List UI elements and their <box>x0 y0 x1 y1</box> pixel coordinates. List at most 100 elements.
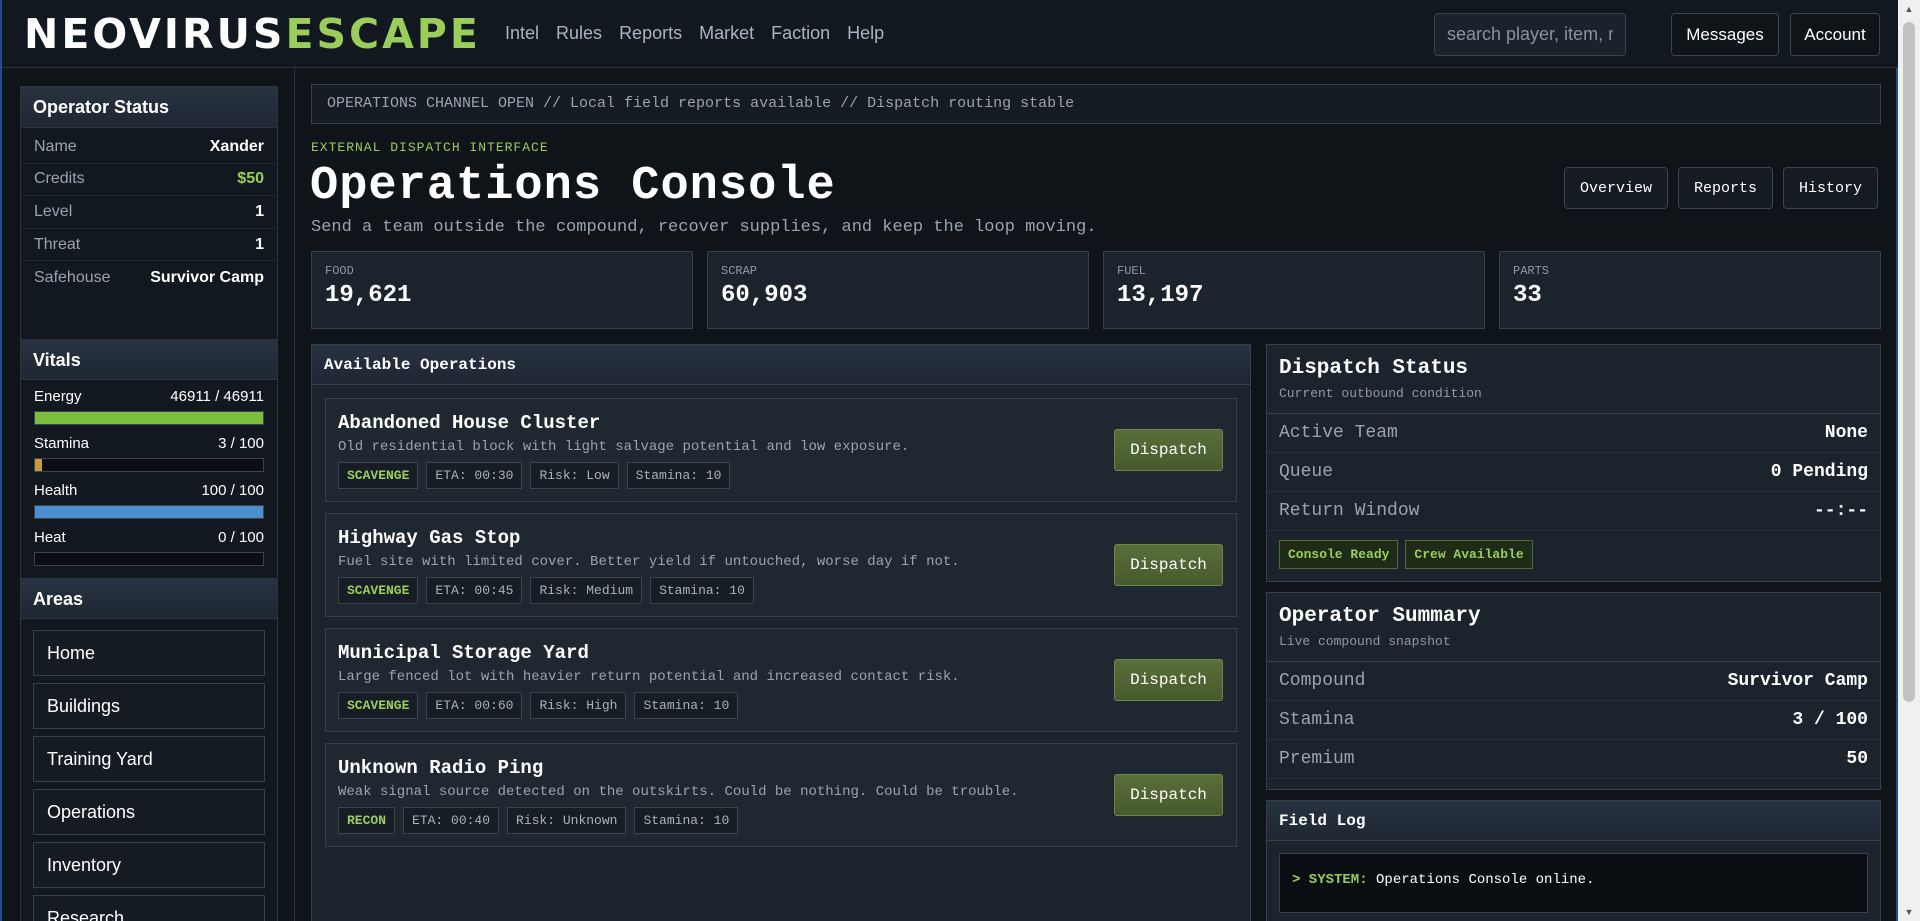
operation-eta-tag: ETA: 00:40 <box>403 807 500 834</box>
operation-name: Abandoned House Cluster <box>338 412 601 434</box>
summary-row-stamina: Stamina 3 / 100 <box>1267 701 1880 740</box>
status-value: $50 <box>237 170 264 188</box>
resource-value: 19,621 <box>325 282 412 309</box>
summary-value: 3 / 100 <box>1792 710 1868 730</box>
operation-tags: SCAVENGE ETA: 00:45 Risk: Medium Stamina… <box>338 577 754 604</box>
nav-reports[interactable]: Reports <box>619 23 682 44</box>
operation-risk-tag: Risk: Low <box>530 462 619 489</box>
status-row-name: Name Xander <box>21 131 277 164</box>
field-log-card: Field Log > SYSTEM: Operations Console o… <box>1266 800 1881 921</box>
operation-risk-tag: Risk: Unknown <box>507 807 627 834</box>
dispatch-button[interactable]: Dispatch <box>1114 429 1223 471</box>
nav-rules[interactable]: Rules <box>556 23 602 44</box>
summary-value: 50 <box>1846 749 1868 769</box>
status-ticker: OPERATIONS CHANNEL OPEN // Local field r… <box>311 84 1881 124</box>
operator-status-panel: Name Xander Credits $50 Level 1 Threat 1 Saf… <box>21 128 277 339</box>
resource-row: FOOD 19,621 SCRAP 60,903 FUEL 13,197 PARTS 3… <box>311 251 1881 329</box>
resource-label: PARTS <box>1513 264 1550 278</box>
area-home-button[interactable]: Home <box>33 630 265 676</box>
status-key: Threat <box>34 235 81 253</box>
operations-title: Available Operations <box>312 345 1250 385</box>
resource-food: FOOD 19,621 <box>311 251 693 329</box>
dispatch-key: Queue <box>1279 462 1334 482</box>
health-bar <box>34 505 264 519</box>
operation-tags: SCAVENGE ETA: 00:60 Risk: High Stamina: … <box>338 692 739 719</box>
vitals-panel: Energy 46911 / 46911 Stamina 3 / 100 Healt… <box>21 380 277 578</box>
status-row-credits: Credits $50 <box>21 164 277 197</box>
scroll-up-arrow-icon[interactable]: ▲ <box>1898 0 1920 18</box>
operation-card: Highway Gas Stop Fuel site with limited … <box>325 513 1237 617</box>
area-inventory-button[interactable]: Inventory <box>33 842 265 888</box>
operation-type-tag: SCAVENGE <box>338 692 419 719</box>
log-entry-prefix: > SYSTEM: <box>1292 872 1368 888</box>
operation-eta-tag: ETA: 00:45 <box>426 577 523 604</box>
page-scrollbar[interactable]: ▲ ▼ <box>1898 0 1920 921</box>
stamina-bar-fill <box>35 459 42 471</box>
field-log-title: Field Log <box>1267 801 1880 841</box>
resource-label: FOOD <box>325 264 354 278</box>
resource-value: 13,197 <box>1117 282 1204 309</box>
reports-button[interactable]: Reports <box>1677 167 1773 209</box>
vital-health: Health 100 / 100 <box>34 482 264 519</box>
status-value: Survivor Camp <box>150 268 264 286</box>
status-key: Level <box>34 202 73 220</box>
scrollbar-thumb[interactable] <box>1903 22 1915 702</box>
stamina-bar <box>34 458 264 472</box>
area-training-yard-button[interactable]: Training Yard <box>33 736 265 782</box>
history-button[interactable]: History <box>1782 167 1878 209</box>
operation-eta-tag: ETA: 00:30 <box>426 462 523 489</box>
nav-help[interactable]: Help <box>847 23 884 44</box>
operation-risk-tag: Risk: High <box>530 692 627 719</box>
summary-key: Stamina <box>1279 710 1355 730</box>
dispatch-status-title: Dispatch Status <box>1279 357 1469 380</box>
status-key: Credits <box>34 170 85 188</box>
resource-label: FUEL <box>1117 264 1146 278</box>
operation-stamina-tag: Stamina: 10 <box>650 577 754 604</box>
field-log-box: > SYSTEM: Operations Console online. <box>1279 853 1868 913</box>
nav-faction[interactable]: Faction <box>771 23 830 44</box>
summary-key: Compound <box>1279 671 1366 691</box>
dispatch-status-header: Dispatch Status Current outbound conditi… <box>1267 345 1880 414</box>
dispatch-button[interactable]: Dispatch <box>1114 544 1223 586</box>
dispatch-button[interactable]: Dispatch <box>1114 659 1223 701</box>
heat-bar <box>34 552 264 566</box>
areas-panel: Home Buildings Training Yard Operations … <box>21 619 277 921</box>
operation-type-tag: SCAVENGE <box>338 462 419 489</box>
brand-logo[interactable]: NEOVIRUSESCAPE <box>24 10 481 58</box>
dispatch-button[interactable]: Dispatch <box>1114 774 1223 816</box>
operation-type-tag: SCAVENGE <box>338 577 419 604</box>
dispatch-status-card: Dispatch Status Current outbound conditi… <box>1266 344 1881 582</box>
vital-energy: Energy 46911 / 46911 <box>34 388 264 425</box>
operation-tags: SCAVENGE ETA: 00:30 Risk: Low Stamina: 1… <box>338 462 731 489</box>
summary-row-compound: Compound Survivor Camp <box>1267 662 1880 701</box>
page-title: Operations Console <box>310 160 836 213</box>
operation-name: Highway Gas Stop <box>338 527 521 549</box>
energy-bar <box>34 411 264 425</box>
status-row-safehouse: Safehouse Survivor Camp <box>21 261 277 294</box>
dispatch-key: Return Window <box>1279 501 1420 521</box>
area-buildings-button[interactable]: Buildings <box>33 683 265 729</box>
summary-value: Survivor Camp <box>1727 671 1868 691</box>
operation-description: Old residential block with light salvage… <box>338 439 910 455</box>
top-bar: NEOVIRUSESCAPE Intel Rules Reports Marke… <box>2 0 1898 68</box>
areas-title: Areas <box>21 578 277 619</box>
operation-tags: RECON ETA: 00:40 Risk: Unknown Stamina: … <box>338 807 739 834</box>
status-value: 1 <box>255 235 264 253</box>
dispatch-value: --:-- <box>1813 501 1868 521</box>
area-research-button[interactable]: Research <box>33 895 265 921</box>
messages-button[interactable]: Messages <box>1671 13 1779 56</box>
resource-parts: PARTS 33 <box>1499 251 1881 329</box>
operation-card: Abandoned House Cluster Old residential … <box>325 398 1237 502</box>
scroll-down-arrow-icon[interactable]: ▼ <box>1898 903 1920 921</box>
vital-heat: Heat 0 / 100 <box>34 529 264 566</box>
area-operations-button[interactable]: Operations <box>33 789 265 835</box>
account-button[interactable]: Account <box>1790 13 1880 56</box>
resource-scrap: SCRAP 60,903 <box>707 251 1089 329</box>
operation-name: Municipal Storage Yard <box>338 642 589 664</box>
main-nav: Intel Rules Reports Market Faction Help <box>505 23 884 44</box>
overview-button[interactable]: Overview <box>1563 167 1668 209</box>
nav-intel[interactable]: Intel <box>505 23 539 44</box>
vital-value: 100 / 100 <box>201 482 264 499</box>
nav-market[interactable]: Market <box>699 23 754 44</box>
search-input[interactable] <box>1434 13 1626 56</box>
